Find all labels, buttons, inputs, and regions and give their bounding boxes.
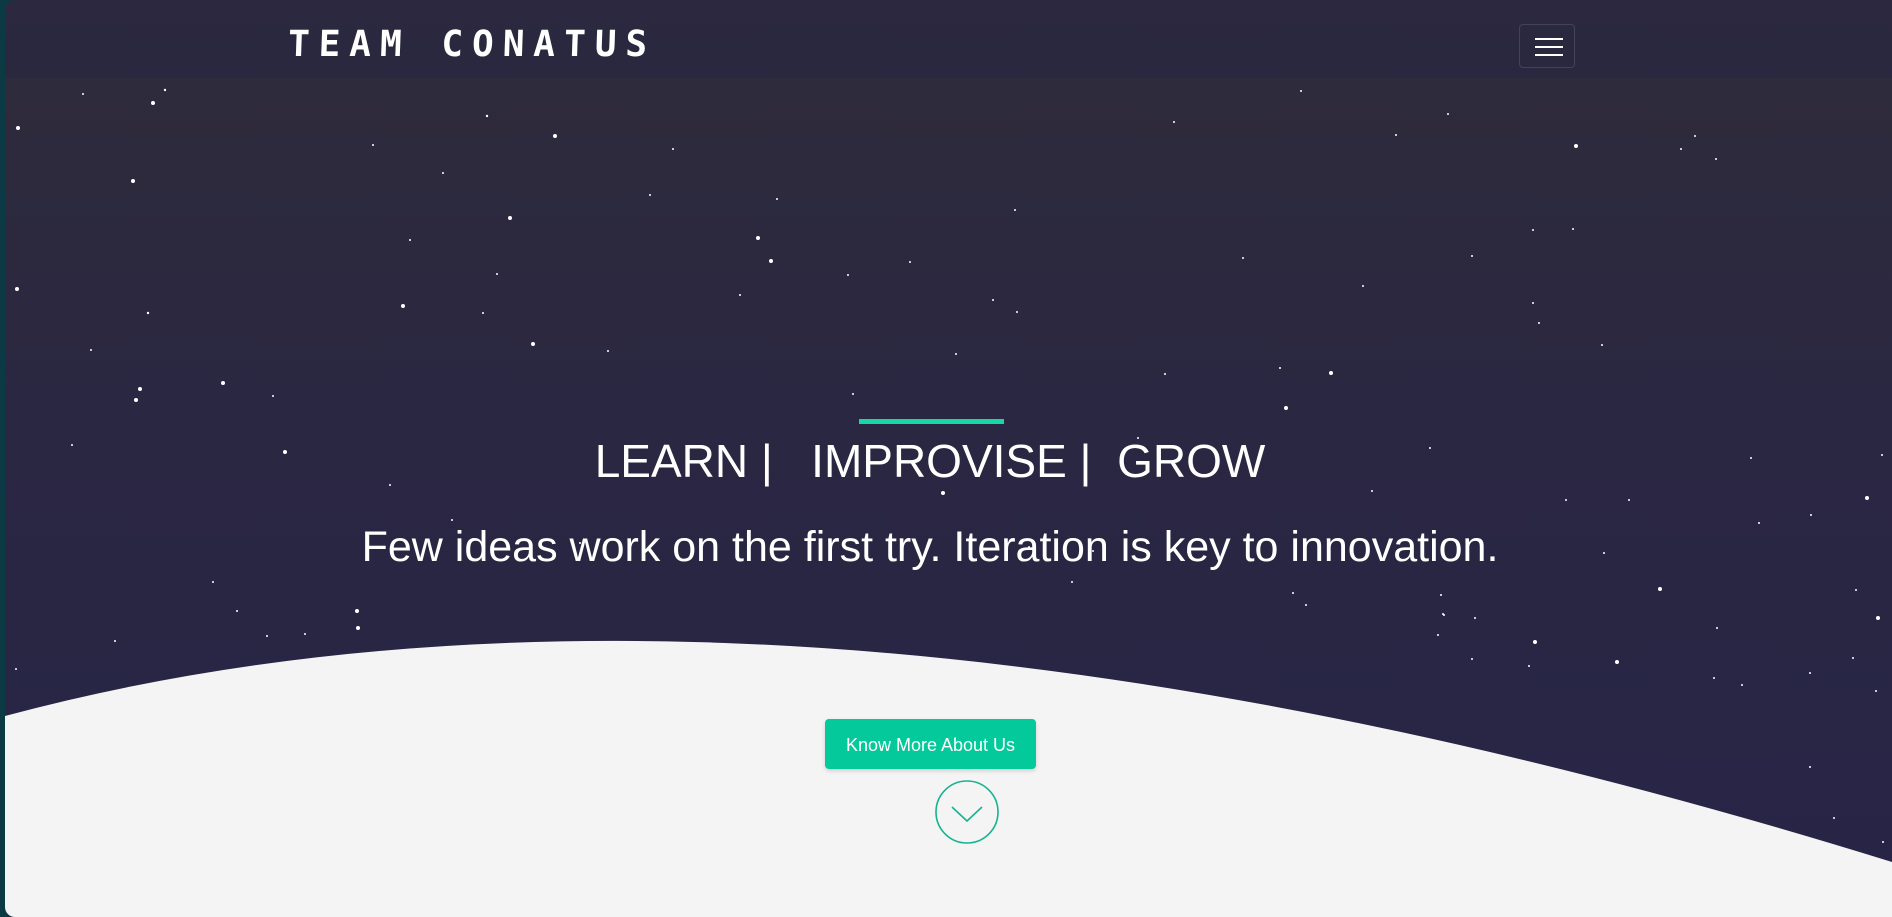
top-navbar: TEAM CONATUS bbox=[5, 0, 1892, 78]
tagline-accent-line bbox=[859, 419, 1004, 424]
menu-toggle-button[interactable] bbox=[1519, 24, 1575, 68]
page-frame: TEAM CONATUS LEARN | IMPROVISE | GROW Fe… bbox=[5, 0, 1892, 917]
hero-subtitle: Few ideas work on the first try. Iterati… bbox=[361, 523, 1499, 571]
hero-tagline: LEARN | IMPROVISE | GROW bbox=[594, 435, 1266, 487]
brand-logo[interactable]: TEAM CONATUS bbox=[287, 22, 657, 68]
scroll-down-button[interactable] bbox=[935, 780, 999, 844]
know-more-button[interactable]: Know More About Us bbox=[825, 719, 1036, 769]
chevron-down-circle-icon bbox=[935, 780, 999, 844]
